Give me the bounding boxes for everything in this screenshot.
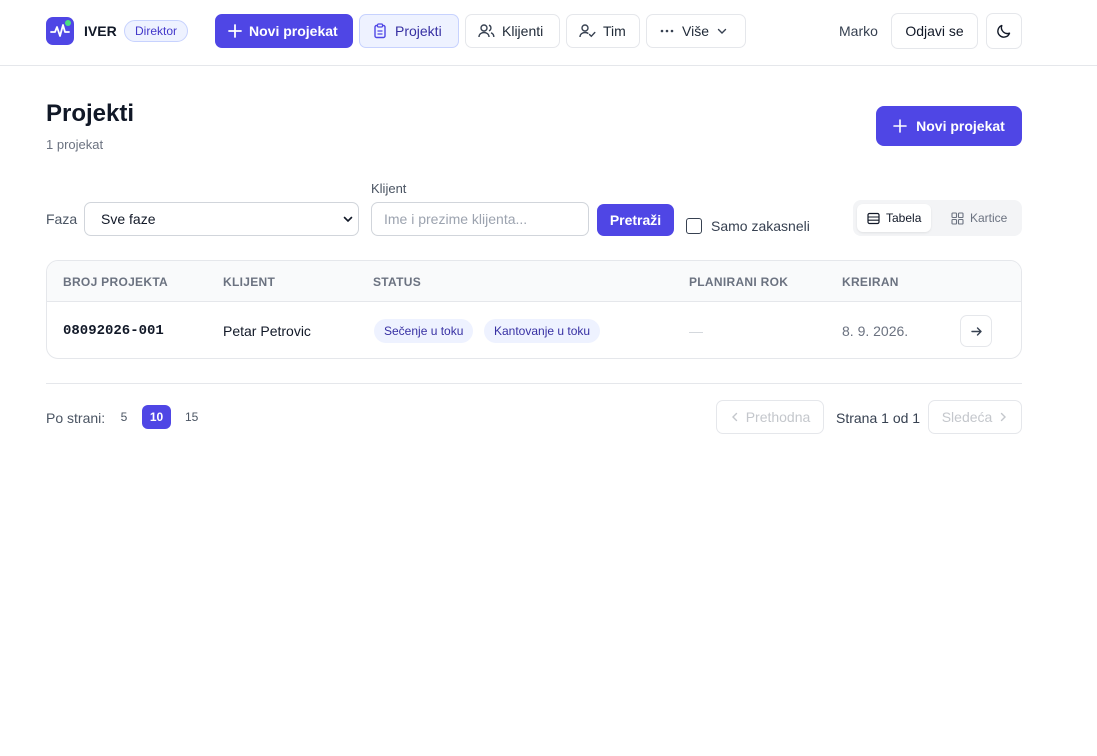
- phase-select[interactable]: Sve faze: [84, 202, 359, 236]
- view-table-label: Tabela: [886, 211, 922, 225]
- view-table-button[interactable]: Tabela: [857, 204, 932, 232]
- nav-team-label: Tim: [603, 23, 626, 39]
- grid-icon: [951, 211, 964, 225]
- more-horizontal-icon: [660, 29, 674, 33]
- page-title: Projekti: [46, 100, 135, 127]
- role-badge: Direktor: [124, 20, 189, 42]
- table-header: BROJ PROJEKTA KLIJENT STATUS PLANIRANI R…: [47, 261, 1021, 302]
- arrow-right-icon: [970, 326, 982, 336]
- nav-new-project-label: Novi projekat: [249, 23, 338, 39]
- late-only-checkbox[interactable]: [686, 218, 702, 234]
- next-page-button[interactable]: Sledeća: [928, 400, 1022, 434]
- column-header-number[interactable]: BROJ PROJEKTA: [63, 275, 168, 289]
- nav-projects-label: Projekti: [395, 23, 442, 39]
- app-brand: IVER: [84, 23, 117, 39]
- project-number[interactable]: 08092026-001: [63, 323, 164, 339]
- client-filter-label: Klijent: [371, 181, 407, 196]
- column-header-status[interactable]: STATUS: [373, 275, 421, 289]
- client-search-input[interactable]: [371, 202, 589, 236]
- user-check-icon: [579, 24, 596, 38]
- nav-more-dropdown[interactable]: Više: [646, 14, 746, 48]
- late-only-label: Samo zakasneli: [711, 218, 810, 234]
- new-project-button[interactable]: Novi projekat: [876, 106, 1022, 146]
- project-count: 1 projekat: [46, 137, 104, 152]
- table-row[interactable]: 08092026-001 Petar Petrovic Sečenje u to…: [47, 302, 1021, 358]
- next-page-label: Sledeća: [941, 409, 993, 425]
- view-cards-label: Kartice: [970, 211, 1008, 225]
- plus-icon: [228, 24, 242, 38]
- nav-item-clients[interactable]: Klijenti: [465, 14, 560, 48]
- chevron-right-icon: [1001, 412, 1007, 422]
- project-client: Petar Petrovic: [223, 323, 311, 339]
- top-navigation-bar: IVER Direktor Novi projekat Projekti Kli…: [0, 0, 1097, 66]
- chevron-down-icon: [717, 28, 727, 34]
- per-page-option-10[interactable]: 10: [142, 405, 171, 429]
- app-logo[interactable]: [46, 17, 74, 45]
- project-created-date: 8. 9. 2026.: [842, 323, 909, 339]
- previous-page-label: Prethodna: [745, 409, 811, 425]
- table-icon: [867, 212, 880, 224]
- per-page-label: Po strani:: [46, 410, 106, 426]
- column-header-client[interactable]: KLIJENT: [223, 275, 275, 289]
- moon-icon: [997, 24, 1011, 38]
- page-info: Strana 1 od 1: [836, 410, 921, 426]
- users-icon: [478, 24, 495, 38]
- theme-toggle-button[interactable]: [986, 13, 1022, 49]
- previous-page-button[interactable]: Prethodna: [716, 400, 824, 434]
- nav-more-label: Više: [682, 23, 709, 39]
- chevron-left-icon: [731, 412, 737, 422]
- nav-item-projects[interactable]: Projekti: [359, 14, 459, 48]
- phase-filter-label: Faza: [46, 211, 78, 227]
- divider: [46, 383, 1022, 384]
- nav-clients-label: Klijenti: [502, 23, 544, 39]
- projects-table: BROJ PROJEKTA KLIJENT STATUS PLANIRANI R…: [46, 260, 1022, 359]
- search-button[interactable]: Pretraži: [597, 204, 674, 236]
- chevron-down-icon: [343, 216, 353, 223]
- plus-icon: [893, 119, 907, 133]
- status-badge: Kantovanje u toku: [484, 319, 601, 343]
- nav-item-team[interactable]: Tim: [566, 14, 640, 48]
- per-page-option-15[interactable]: 15: [179, 405, 204, 429]
- per-page-option-5[interactable]: 5: [112, 405, 136, 429]
- open-project-button[interactable]: [960, 315, 992, 347]
- phase-select-value: Sve faze: [101, 211, 156, 227]
- nav-new-project-button[interactable]: Novi projekat: [215, 14, 353, 48]
- view-toggle: Tabela Kartice: [853, 200, 1022, 236]
- current-user-name: Marko: [839, 23, 878, 39]
- logout-button[interactable]: Odjavi se: [891, 13, 978, 49]
- status-badge: Sečenje u toku: [374, 319, 474, 343]
- column-header-deadline[interactable]: PLANIRANI ROK: [689, 275, 788, 289]
- column-header-created[interactable]: KREIRAN: [842, 275, 899, 289]
- clipboard-icon: [374, 23, 386, 39]
- status-dot: [65, 20, 71, 26]
- new-project-label: Novi projekat: [916, 118, 1005, 134]
- view-cards-button[interactable]: Kartice: [941, 204, 1017, 232]
- project-deadline: —: [689, 323, 703, 339]
